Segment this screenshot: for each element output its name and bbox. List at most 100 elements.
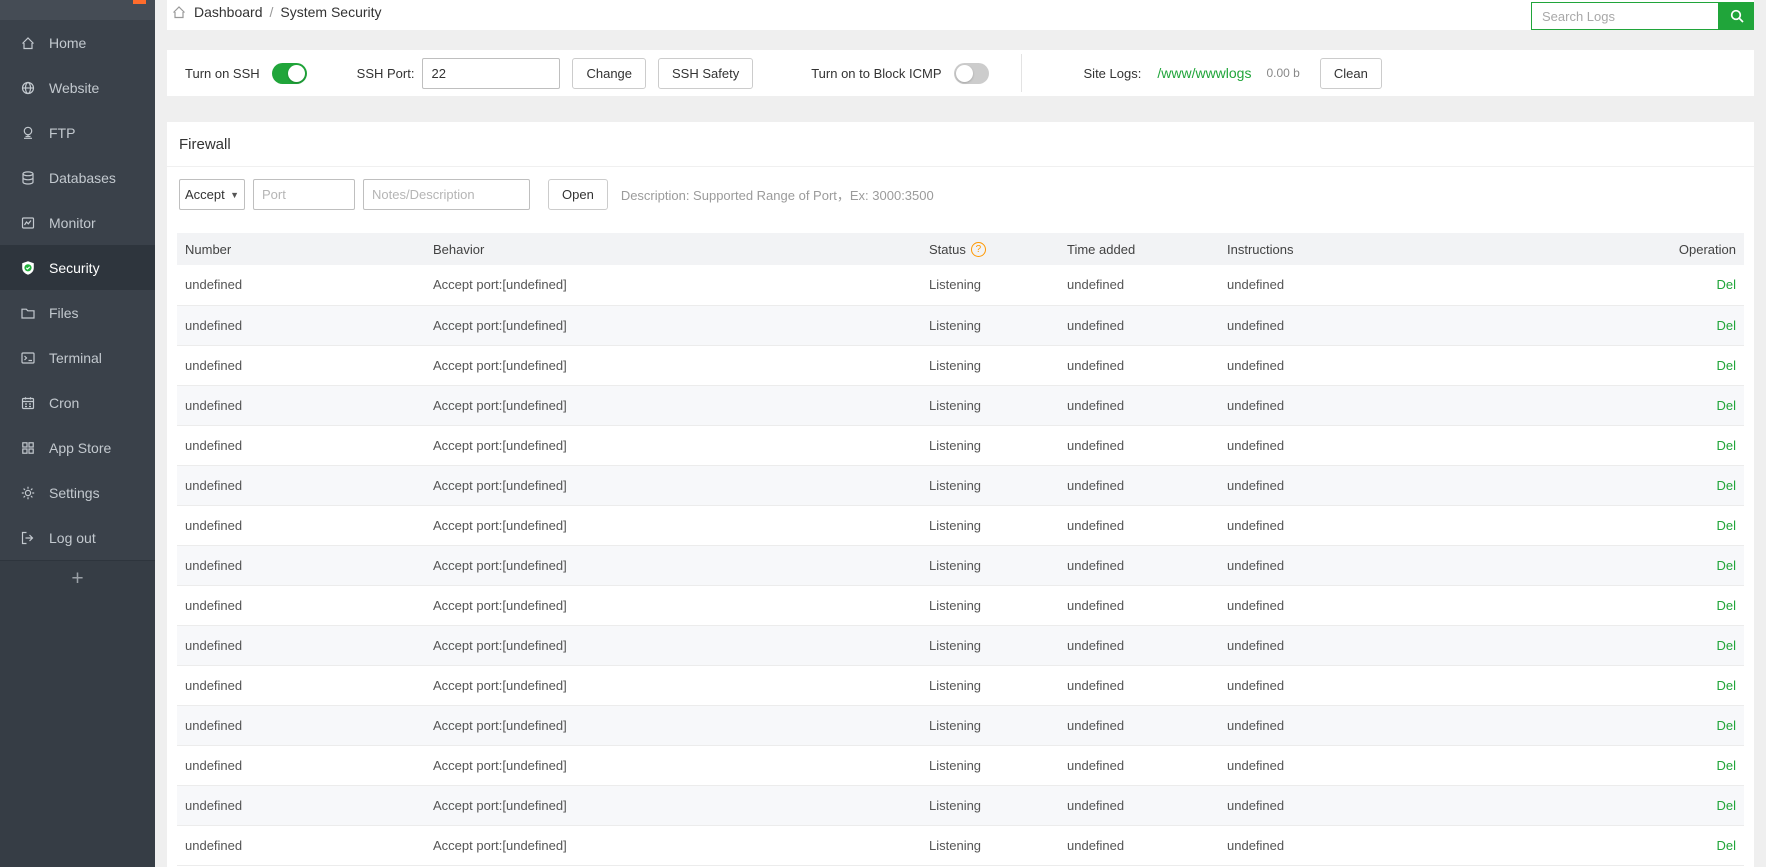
clean-logs-button[interactable]: Clean <box>1319 57 1382 89</box>
col-header-operation: Operation <box>1632 233 1744 265</box>
sidebar-item-label: Home <box>49 34 87 51</box>
search-icon <box>1730 9 1744 23</box>
delete-rule-link[interactable]: Del <box>1716 518 1736 533</box>
delete-rule-link[interactable]: Del <box>1716 638 1736 653</box>
rule-behavior-cell: Accept port:[undefined] <box>433 705 929 746</box>
rule-time-added-cell: undefined <box>1067 665 1227 706</box>
sidebar-item-terminal[interactable]: Terminal <box>0 335 155 380</box>
status-help-icon[interactable]: ? <box>970 241 986 257</box>
delete-rule-link[interactable]: Del <box>1716 318 1736 333</box>
breadcrumb-dashboard-link[interactable]: Dashboard <box>194 4 263 20</box>
sidebar-item-label: App Store <box>49 439 112 456</box>
rule-instructions-cell: undefined <box>1227 505 1632 546</box>
rule-instructions-cell: undefined <box>1227 265 1632 306</box>
firewall-port-input[interactable] <box>253 179 355 210</box>
toggle-knob <box>955 64 973 82</box>
site-logs-size: 0.00 b <box>1266 66 1300 80</box>
add-menu-button[interactable]: + <box>71 567 83 591</box>
sidebar-bottom-section: + <box>0 560 155 867</box>
firewall-title: Firewall <box>167 122 1754 167</box>
delete-rule-link[interactable]: Del <box>1716 478 1736 493</box>
sidebar-item-log-out[interactable]: Log out <box>0 515 155 560</box>
rule-operation-cell: Del <box>1632 705 1744 746</box>
rule-status-cell: Listening <box>929 705 1067 746</box>
sidebar-item-databases[interactable]: Databases <box>0 155 155 200</box>
rule-number-cell: undefined <box>177 585 433 626</box>
col-header-time-added: Time added <box>1067 233 1227 265</box>
sidebar-item-label: Terminal <box>49 349 102 366</box>
ssh-toggle[interactable] <box>271 62 307 84</box>
delete-rule-link[interactable]: Del <box>1716 798 1736 813</box>
rule-instructions-cell: undefined <box>1227 585 1632 626</box>
sidebar-item-label: FTP <box>49 124 76 141</box>
main-content: Dashboard / System Security Turn on SSH … <box>155 0 1766 867</box>
change-port-button[interactable]: Change <box>572 57 647 89</box>
rule-type-select-value: Accept Port <box>185 187 228 202</box>
icmp-toggle[interactable] <box>953 62 989 84</box>
icmp-toggle-label: Turn on to Block ICMP <box>811 65 942 81</box>
site-logs-path-link[interactable]: /www/wwwlogs <box>1157 65 1251 81</box>
breadcrumb-separator: / <box>269 4 274 20</box>
ssh-port-input[interactable] <box>422 57 561 89</box>
ssh-safety-button[interactable]: SSH Safety <box>658 57 754 89</box>
settings-gear-icon <box>21 486 35 499</box>
log-search <box>1531 2 1754 30</box>
sidebar-item-files[interactable]: Files <box>0 290 155 335</box>
sidebar-item-settings[interactable]: Settings <box>0 470 155 515</box>
website-icon <box>21 81 35 94</box>
delete-rule-link[interactable]: Del <box>1716 678 1736 693</box>
ssh-toolbar: Turn on SSH SSH Port: Change SSH Safety … <box>167 50 1754 96</box>
rule-time-added-cell: undefined <box>1067 785 1227 826</box>
sidebar-item-home[interactable]: Home <box>0 20 155 65</box>
rule-time-added-cell: undefined <box>1067 345 1227 386</box>
delete-rule-link[interactable]: Del <box>1716 598 1736 613</box>
rule-number-cell: undefined <box>177 785 433 826</box>
rule-status-cell: Listening <box>929 785 1067 826</box>
rule-number-cell: undefined <box>177 425 433 466</box>
rule-operation-cell: Del <box>1632 345 1744 386</box>
rule-operation-cell: Del <box>1632 505 1744 546</box>
firewall-table: Number Behavior Status? Time added Instr… <box>177 233 1744 866</box>
app-store-icon <box>22 441 34 454</box>
sidebar-item-label: Monitor <box>49 214 96 231</box>
delete-rule-link[interactable]: Del <box>1716 758 1736 773</box>
sidebar-item-website[interactable]: Website <box>0 65 155 110</box>
sidebar-item-ftp[interactable]: FTP <box>0 110 155 155</box>
delete-rule-link[interactable]: Del <box>1716 838 1736 853</box>
delete-rule-link[interactable]: Del <box>1716 277 1736 292</box>
open-port-button[interactable]: Open <box>548 179 608 210</box>
ftp-icon <box>23 126 33 139</box>
search-button[interactable] <box>1719 2 1754 30</box>
firewall-notes-input[interactable] <box>363 179 530 210</box>
databases-icon <box>22 170 34 185</box>
breadcrumb-home-icon <box>173 6 185 19</box>
rule-time-added-cell: undefined <box>1067 385 1227 426</box>
rule-instructions-cell: undefined <box>1227 545 1632 586</box>
delete-rule-link[interactable]: Del <box>1716 718 1736 733</box>
sidebar-item-monitor[interactable]: Monitor <box>0 200 155 245</box>
rule-status-cell: Listening <box>929 505 1067 546</box>
delete-rule-link[interactable]: Del <box>1716 438 1736 453</box>
rule-operation-cell: Del <box>1632 625 1744 666</box>
rule-status-cell: Listening <box>929 385 1067 426</box>
firewall-rule-row: undefined Accept port:[undefined] Listen… <box>177 385 1744 426</box>
rule-instructions-cell: undefined <box>1227 745 1632 786</box>
toggle-knob <box>287 64 305 82</box>
rule-type-select[interactable]: Accept Port ▼ <box>179 179 245 210</box>
col-header-status: Status? <box>929 233 1067 265</box>
sidebar-item-app-store[interactable]: App Store <box>0 425 155 470</box>
firewall-rule-row: undefined Accept port:[undefined] Listen… <box>177 745 1744 786</box>
rule-behavior-cell: Accept port:[undefined] <box>433 505 929 546</box>
delete-rule-link[interactable]: Del <box>1716 398 1736 413</box>
rule-number-cell: undefined <box>177 705 433 746</box>
rule-status-cell: Listening <box>929 305 1067 346</box>
rule-status-cell: Listening <box>929 625 1067 666</box>
sidebar-top-strip <box>0 0 155 20</box>
search-input[interactable] <box>1531 2 1719 30</box>
rule-behavior-cell: Accept port:[undefined] <box>433 545 929 586</box>
delete-rule-link[interactable]: Del <box>1716 358 1736 373</box>
firewall-rule-row: undefined Accept port:[undefined] Listen… <box>177 585 1744 626</box>
delete-rule-link[interactable]: Del <box>1716 558 1736 573</box>
sidebar-item-cron[interactable]: Cron <box>0 380 155 425</box>
sidebar-item-security[interactable]: Security <box>0 245 155 290</box>
